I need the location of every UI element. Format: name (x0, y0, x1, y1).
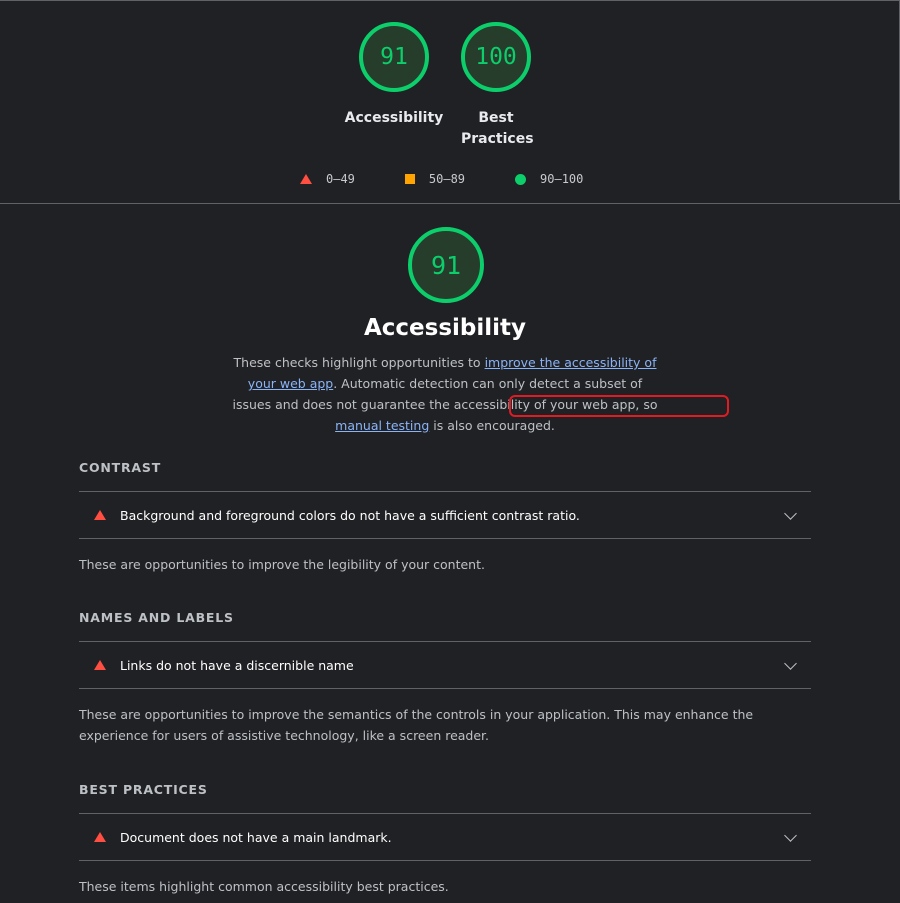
gauge-best-practices[interactable]: 100 Best Practices (436, 22, 556, 150)
description-text: These checks highlight opportunities to (233, 355, 485, 370)
legend-range: 50–89 (428, 172, 466, 186)
score-legend: 0–49 50–89 90–100 (300, 172, 633, 186)
legend-average: 50–89 (404, 172, 466, 186)
category-description: These checks highlight opportunities to … (230, 352, 660, 436)
group-description: These items highlight common accessibili… (79, 879, 449, 894)
fail-triangle-icon (94, 510, 106, 520)
legend-pass: 90–100 (515, 172, 583, 186)
fail-triangle-icon (94, 660, 106, 670)
category-title: Accessibility (363, 315, 527, 341)
gauge-label: Best Practices (461, 110, 534, 147)
fail-triangle-icon (94, 832, 106, 842)
group-description: These are opportunities to improve the s… (79, 707, 754, 743)
triangle-icon (300, 174, 312, 184)
legend-range: 90–100 (540, 172, 584, 186)
audit-title: Links do not have a discernible name (120, 657, 354, 673)
gauge-score: 91 (359, 22, 429, 92)
chevron-down-icon[interactable] (784, 506, 797, 520)
group-description: These are opportunities to improve the l… (79, 557, 485, 572)
square-icon (404, 174, 415, 184)
description-text: is also encouraged. (429, 418, 555, 433)
gauge-score: 100 (461, 22, 531, 92)
chevron-down-icon[interactable] (784, 656, 797, 670)
audit-title: Background and foreground colors do not … (120, 507, 580, 523)
chevron-down-icon[interactable] (784, 828, 797, 842)
group-title-contrast: CONTRAST (79, 460, 162, 475)
audit-contrast[interactable]: Background and foreground colors do not … (79, 491, 811, 539)
category-gauge: 91 (408, 227, 484, 303)
annotation-highlight (509, 395, 729, 417)
manual-testing-link[interactable]: manual testing (335, 418, 429, 433)
divider (0, 203, 900, 204)
legend-fail: 0–49 (300, 172, 355, 186)
audit-link-name[interactable]: Links do not have a discernible name (79, 641, 811, 689)
group-title-best-practices: BEST PRACTICES (79, 782, 208, 797)
audit-main-landmark[interactable]: Document does not have a main landmark. (79, 813, 811, 861)
legend-range: 0–49 (326, 172, 355, 186)
audit-title: Document does not have a main landmark. (120, 829, 392, 845)
group-title-names-labels: NAMES AND LABELS (79, 610, 234, 625)
circle-icon (515, 173, 527, 185)
top-border (0, 0, 900, 1)
